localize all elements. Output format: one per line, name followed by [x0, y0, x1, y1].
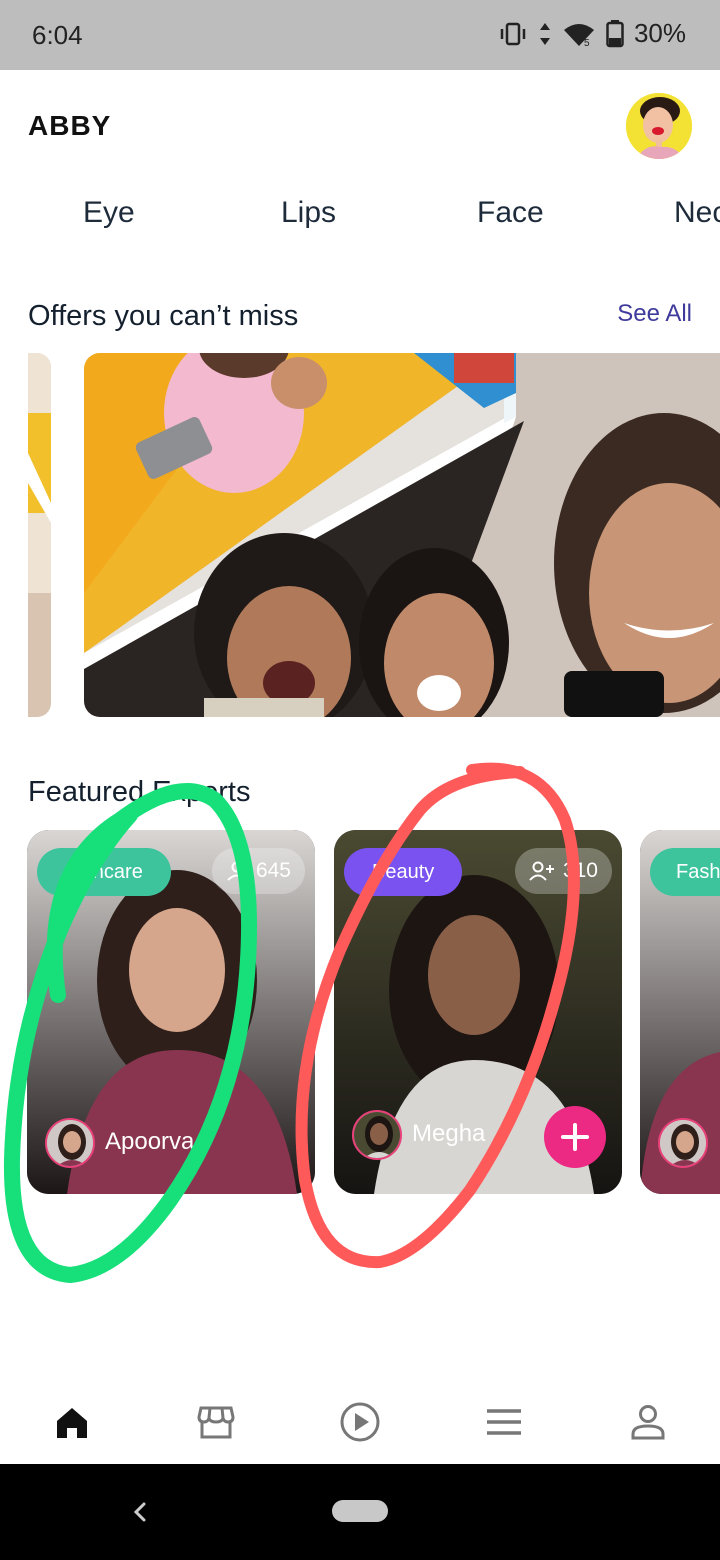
- expert-name: Megha: [412, 1120, 486, 1147]
- followers-count: 645: [211, 848, 305, 894]
- category-chip[interactable]: Beauty: [344, 848, 463, 896]
- expert-avatar: [658, 1118, 708, 1168]
- app-logo: ABBY: [28, 110, 112, 141]
- offers-title: Offers you can’t miss: [28, 300, 299, 332]
- followers-count: 310: [514, 848, 612, 894]
- status-bar: 6:04 5 30%: [0, 0, 720, 70]
- home-pill-button[interactable]: [332, 1500, 388, 1522]
- followers-count-value: 645: [255, 859, 291, 882]
- status-icons: 5 30%: [498, 18, 686, 49]
- follow-button[interactable]: [544, 1106, 606, 1168]
- offer-banner[interactable]: [84, 353, 720, 717]
- status-time: 6:04: [32, 20, 83, 50]
- bottom-navigation: [0, 1380, 720, 1464]
- data-arrows-icon: [539, 22, 550, 45]
- user-icon: [227, 861, 247, 881]
- expert-avatar: [352, 1110, 402, 1160]
- category-chip-label: Skincare: [65, 860, 143, 883]
- offer-banner-previous[interactable]: [28, 353, 51, 717]
- category-tabs: Eye Lips Face Nec: [0, 196, 720, 240]
- home-icon[interactable]: [48, 1398, 96, 1446]
- back-icon[interactable]: [126, 1496, 154, 1528]
- vibrate-icon: [500, 22, 526, 45]
- expert-card[interactable]: Fash: [640, 830, 720, 1194]
- menu-icon[interactable]: [480, 1398, 528, 1446]
- category-chip[interactable]: Fash: [650, 848, 720, 896]
- followers-count-value: 310: [562, 859, 598, 882]
- see-all-link[interactable]: See All: [617, 300, 692, 328]
- category-chip-label: Beauty: [372, 860, 435, 883]
- expert-card[interactable]: Skincare 645 Apoorva: [27, 830, 315, 1194]
- user-avatar-icon[interactable]: [626, 93, 692, 159]
- experts-title: Featured Experts: [28, 776, 251, 808]
- battery-icon: [606, 19, 624, 47]
- tab-neck[interactable]: Nec: [674, 196, 720, 230]
- svg-text:5: 5: [584, 38, 590, 47]
- expert-avatar: [45, 1118, 95, 1168]
- expert-card[interactable]: Beauty 310 Megha: [334, 830, 622, 1194]
- tab-eye[interactable]: Eye: [83, 196, 135, 230]
- plus-icon: [561, 1123, 589, 1151]
- app-screen: 6:04 5 30% ABBY Eye Lips Face Nec Offers…: [0, 0, 720, 1560]
- category-chip-label: Fash: [676, 860, 720, 883]
- tab-face[interactable]: Face: [477, 196, 544, 230]
- battery-percent: 30%: [633, 18, 686, 48]
- profile-icon[interactable]: [624, 1398, 672, 1446]
- wifi-icon: 5: [563, 23, 594, 47]
- tab-lips[interactable]: Lips: [281, 196, 336, 230]
- expert-name: Apoorva: [105, 1128, 195, 1155]
- play-icon[interactable]: [336, 1398, 384, 1446]
- add-user-icon: [529, 861, 554, 881]
- system-navigation-bar: [0, 1464, 720, 1560]
- category-chip[interactable]: Skincare: [37, 848, 171, 896]
- store-icon[interactable]: [192, 1398, 240, 1446]
